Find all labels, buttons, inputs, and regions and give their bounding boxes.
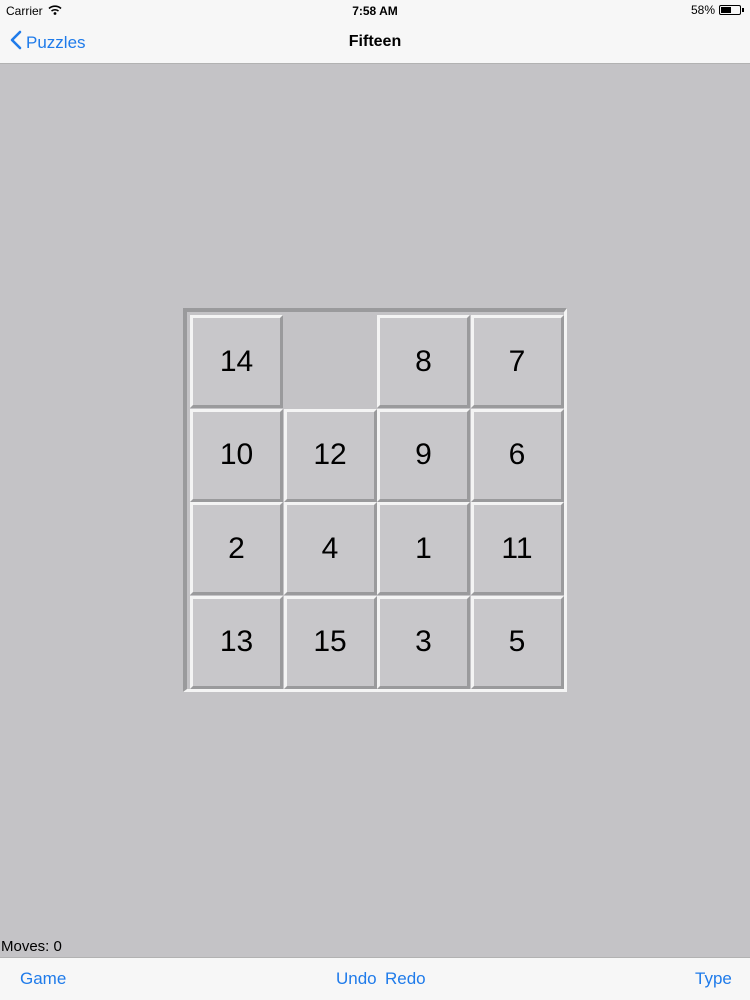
battery-percent: 58% <box>690 3 715 17</box>
moves-counter: Moves: 0 <box>1 938 62 955</box>
puzzle-tile[interactable]: 13 <box>190 595 283 689</box>
puzzle-tile[interactable]: 8 <box>377 315 470 408</box>
puzzle-tile[interactable]: 4 <box>283 502 377 595</box>
redo-button[interactable]: Redo <box>385 969 426 989</box>
puzzle-tile[interactable]: 9 <box>377 408 470 502</box>
puzzle-tile[interactable]: 7 <box>470 315 564 408</box>
puzzle-board: 14 8 7 10 12 9 6 2 4 1 11 13 15 3 5 <box>183 308 567 692</box>
type-button[interactable]: Type <box>695 969 732 989</box>
puzzle-tile[interactable]: 14 <box>190 315 283 408</box>
puzzle-tile[interactable]: 6 <box>470 408 564 502</box>
puzzle-tile[interactable]: 10 <box>190 408 283 502</box>
puzzle-tile[interactable]: 5 <box>470 595 564 689</box>
puzzle-tile[interactable]: 15 <box>283 595 377 689</box>
battery-icon <box>719 5 741 15</box>
status-right: 58% <box>691 3 744 17</box>
battery-fill <box>721 7 731 13</box>
undo-button[interactable]: Undo <box>336 969 377 989</box>
empty-slot[interactable] <box>283 315 377 408</box>
page-title: Fifteen <box>348 33 402 50</box>
puzzle-tile[interactable]: 2 <box>190 502 283 595</box>
puzzle-tile[interactable]: 11 <box>470 502 564 595</box>
status-time: 7:58 AM <box>352 4 398 18</box>
puzzle-tile[interactable]: 12 <box>283 408 377 502</box>
bottom-toolbar: Game Undo Redo Type <box>0 957 750 1000</box>
battery-tip <box>742 8 744 12</box>
status-bar: Carrier 7:58 AM 58% <box>0 0 750 22</box>
game-button[interactable]: Game <box>20 969 66 989</box>
puzzle-tile[interactable]: 3 <box>377 595 470 689</box>
navigation-bar: Puzzles Fifteen <box>0 22 750 64</box>
puzzle-tile[interactable]: 1 <box>377 502 470 595</box>
